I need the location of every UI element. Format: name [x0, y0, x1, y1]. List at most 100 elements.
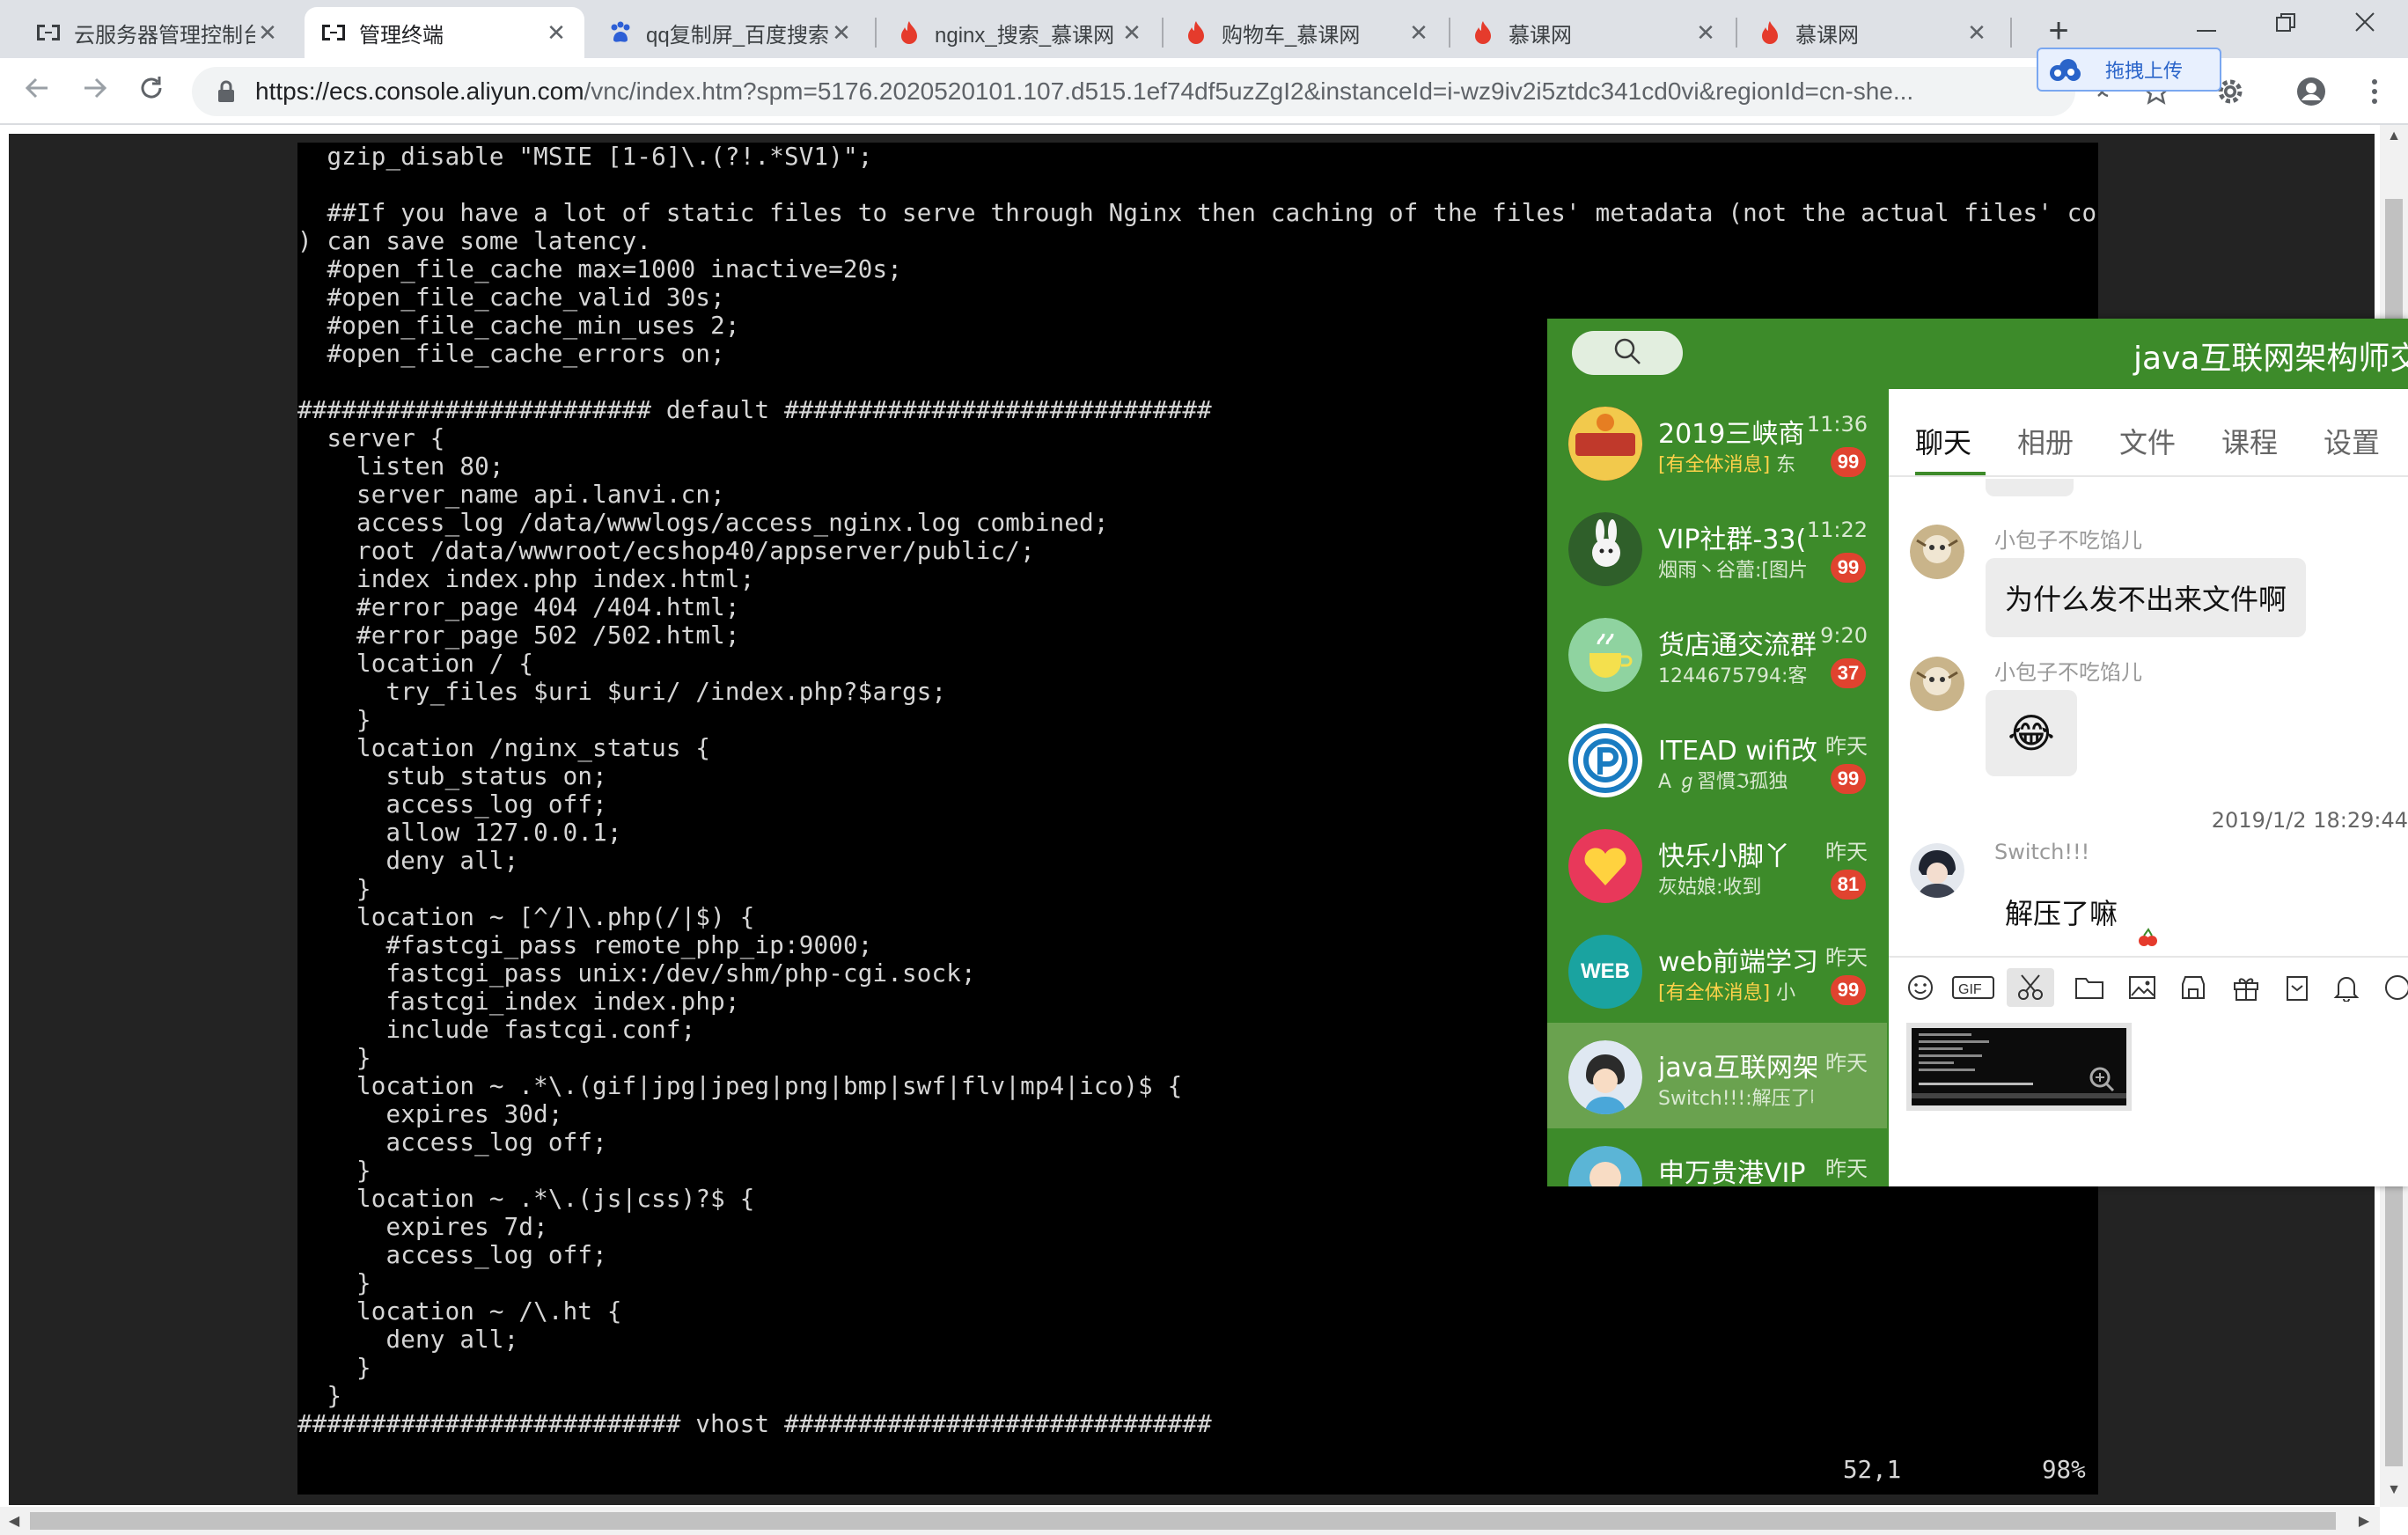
gif-icon[interactable]: GIF [1950, 968, 1996, 1007]
scissors-icon[interactable] [2007, 968, 2054, 1007]
tab-imooc-1[interactable]: 慕课网 ✕ [1454, 7, 1734, 58]
avatar [1910, 843, 1964, 898]
conversation-time: 11:22 [1806, 518, 1868, 542]
page-horizontal-scrollbar[interactable]: ◀ ▶ [0, 1507, 2380, 1535]
list-item[interactable]: WEB web前端学习 [有全体消息] 小 昨天 99 [1547, 917, 1887, 1023]
tab-management-terminal[interactable]: 管理终端 ✕ [305, 7, 584, 58]
qq-search-button[interactable] [1572, 331, 1683, 375]
image-icon[interactable] [2123, 968, 2162, 1007]
avatar [1568, 407, 1642, 481]
list-item-selected[interactable]: java互联网架 Switch!!!:解压了嘛 昨天 [1547, 1023, 1887, 1128]
gift-icon[interactable] [2227, 968, 2265, 1007]
shop-icon[interactable] [2174, 968, 2213, 1007]
avatar [1568, 618, 1642, 692]
address-bar[interactable]: https://ecs.console.aliyun.com/vnc/index… [192, 67, 2075, 116]
bell-icon[interactable] [2327, 968, 2366, 1007]
message-bubble-emoji[interactable]: 😂 [1986, 690, 2077, 776]
preview-text: 东 [1770, 454, 1796, 476]
message-input-area[interactable] [1889, 1012, 2408, 1186]
back-button[interactable] [16, 70, 58, 113]
gif-label: GIF [1958, 982, 1982, 997]
preview-highlight: [有全体消息] [1658, 982, 1771, 1004]
cherry-sticker-icon [2137, 928, 2158, 949]
account-avatar-icon[interactable] [2292, 72, 2331, 111]
unread-badge: 99 [1831, 764, 1866, 794]
drag-upload-badge[interactable]: 拖拽上传 [2037, 48, 2221, 92]
pasted-screenshot-thumbnail[interactable] [1906, 1023, 2132, 1111]
conversation-name: 货店通交流群 [1658, 630, 1817, 661]
tab-title: 慕课网 [1795, 23, 1859, 48]
tab-imooc-2[interactable]: 慕课网 ✕ [1741, 7, 2005, 58]
scroll-left-icon[interactable]: ◀ [5, 1512, 23, 1530]
close-icon[interactable]: ✕ [1406, 19, 1431, 46]
qq-header: java互联网架构师交 [1547, 319, 2408, 389]
scroll-right-icon[interactable]: ▶ [2355, 1512, 2373, 1530]
minimize-button[interactable] [2176, 5, 2237, 44]
close-icon[interactable]: ✕ [1964, 19, 1989, 46]
conversation-preview: [有全体消息] 东 [1658, 449, 1813, 477]
unread-badge: 99 [1831, 553, 1866, 583]
message-bubble[interactable]: 解压了嘛 [1986, 875, 2138, 949]
conversation-time: 昨天 [1825, 945, 1868, 970]
conversation-time: 昨天 [1825, 1157, 1868, 1181]
list-item[interactable]: 快乐小脚丫 灰姑娘:收到 昨天 81 [1547, 812, 1887, 917]
close-window-button[interactable] [2334, 5, 2396, 44]
flame-icon [1470, 19, 1496, 46]
baidu-paw-icon [607, 19, 634, 46]
list-item[interactable]: VIP社群-33( 烟雨丶谷蕾:[图片 11:22 99 [1547, 495, 1887, 600]
close-icon[interactable]: ✕ [829, 19, 854, 46]
tab-title: 购物车_慕课网 [1222, 23, 1361, 48]
tab-nginx-search[interactable]: nginx_搜索_慕课网 ✕ [880, 7, 1160, 58]
avatar [1910, 525, 1964, 579]
close-icon[interactable]: ✕ [255, 19, 280, 46]
baidu-cloud-icon [2047, 57, 2081, 82]
folder-icon[interactable] [2070, 968, 2109, 1007]
tab-title: qq复制屏_百度搜索 [646, 23, 829, 48]
tab-chat[interactable]: 聊天 [1915, 421, 1971, 461]
lock-icon [213, 78, 239, 105]
more-menu-icon[interactable] [2355, 72, 2394, 111]
scroll-up-icon[interactable]: ▲ [2385, 129, 2403, 146]
tab-baidu-search[interactable]: qq复制屏_百度搜索 ✕ [591, 7, 870, 58]
preview-text: 1244675794:客 [1658, 665, 1808, 687]
preview-text: 小 [1770, 982, 1796, 1004]
conversation-time: 昨天 [1825, 840, 1868, 864]
list-item[interactable]: ITEAD wifi改 A ℊ習慣ℑ孤独 昨天 99 [1547, 706, 1887, 812]
close-icon [2354, 11, 2375, 39]
tab-files[interactable]: 文件 [2119, 421, 2176, 461]
circle-icon[interactable] [2378, 968, 2408, 1007]
scrollbar-thumb[interactable] [30, 1512, 2336, 1530]
clipboard-icon[interactable] [2278, 968, 2316, 1007]
tab-title: 云服务器管理控制台 [74, 23, 255, 48]
tab-album[interactable]: 相册 [2017, 421, 2074, 461]
conversation-preview: 1244675794:客 [1658, 660, 1813, 688]
scroll-percent: 98% [2042, 1456, 2086, 1484]
preview-text: 烟雨丶谷蕾:[图片 [1658, 560, 1808, 582]
emoji-icon[interactable] [1901, 968, 1940, 1007]
list-item[interactable]: 2019三峡商 [有全体消息] 东 11:36 99 [1547, 389, 1887, 495]
tab-cart[interactable]: 购物车_慕课网 ✕ [1167, 7, 1447, 58]
flame-icon [1757, 19, 1783, 46]
arrow-left-icon [24, 75, 50, 109]
tab-aliyun-console[interactable]: 云服务器管理控制台 ✕ [19, 7, 296, 58]
conversation-time: 昨天 [1825, 734, 1868, 759]
close-icon[interactable]: ✕ [1120, 19, 1144, 46]
unread-badge: 99 [1831, 975, 1866, 1005]
reload-button[interactable] [130, 70, 173, 113]
list-item[interactable]: 申万贵港VIP 昨天 [1547, 1128, 1887, 1186]
message-bubble[interactable]: 为什么发不出来文件啊 [1986, 558, 2307, 637]
scroll-down-icon[interactable]: ▼ [2385, 1482, 2403, 1500]
conversation-preview: A ℊ習慣ℑ孤独 [1658, 766, 1813, 794]
forward-button[interactable] [74, 70, 116, 113]
close-icon[interactable]: ✕ [544, 19, 569, 46]
tab-settings[interactable]: 设置 [2324, 421, 2380, 461]
list-item[interactable]: 货店通交流群 1244675794:客 9:20 37 [1547, 600, 1887, 706]
conversation-preview: 烟雨丶谷蕾:[图片 [1658, 555, 1813, 583]
close-icon[interactable]: ✕ [1693, 19, 1718, 46]
tab-courses[interactable]: 课程 [2221, 421, 2278, 461]
url-host: https://ecs.console.aliyun.com [255, 77, 584, 105]
aliyun-logo-icon [320, 19, 347, 46]
qq-chat-window: java互联网架构师交 2019三峡商 [有全体消息] 东 11:36 99 V… [1547, 319, 2408, 1186]
restore-button[interactable] [2255, 5, 2316, 44]
new-tab-button[interactable]: + [2038, 11, 2079, 51]
